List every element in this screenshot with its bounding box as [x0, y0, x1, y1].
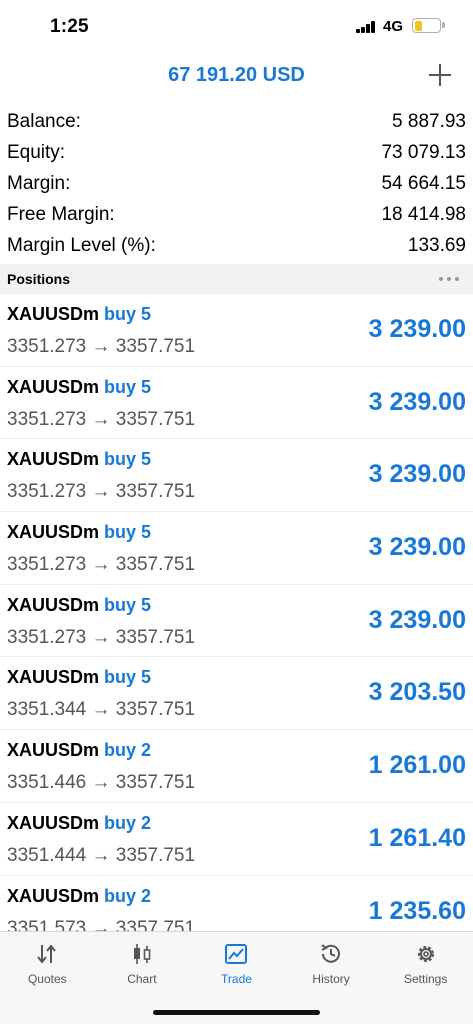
position-symbol: XAUUSDm: [7, 304, 100, 324]
summary-value: 133.69: [407, 234, 466, 256]
position-symbol: XAUUSDm: [7, 812, 100, 833]
summary-label: Balance:: [7, 110, 81, 132]
position-symbol: XAUUSDm: [7, 885, 100, 906]
tab-label: Settings: [404, 972, 448, 986]
tab-label: History: [312, 972, 350, 986]
summary-value: 18 414.98: [381, 203, 466, 225]
position-symbol: XAUUSDm: [7, 667, 100, 688]
position-side: buy 2: [104, 812, 152, 833]
battery-level-fill: [414, 20, 422, 31]
position-row[interactable]: XAUUSDm buy 5 3351.273 → 3357.751 3 239.00: [0, 294, 473, 367]
summary-row: Equity: 73 079.13: [0, 137, 473, 168]
cellular-signal-icon: [356, 21, 376, 33]
summary-row: Free Margin: 18 414.98: [0, 199, 473, 230]
trade-icon: [223, 941, 249, 967]
position-side: buy 2: [104, 740, 152, 761]
tab-history[interactable]: History: [284, 932, 379, 998]
position-row[interactable]: XAUUSDm buy 5 3351.273 → 3357.751 3 239.00: [0, 512, 473, 585]
position-side: buy 5: [104, 376, 152, 397]
position-profit: 3 239.00: [368, 315, 466, 343]
position-symbol: XAUUSDm: [7, 522, 100, 543]
summary-label: Margin:: [7, 172, 71, 194]
position-symbol: XAUUSDm: [7, 376, 100, 397]
positions-title: Positions: [7, 271, 71, 287]
status-time: 1:25: [50, 16, 89, 37]
position-row[interactable]: XAUUSDm buy 2 3351.444 → 3357.751 1 261.40: [0, 803, 473, 876]
history-icon: [318, 941, 344, 967]
position-prices: 3351.273 → 3357.751: [7, 626, 196, 648]
position-profit: 1 235.60: [368, 896, 466, 925]
battery-cap: [442, 22, 445, 28]
position-profit: 3 239.00: [368, 387, 466, 416]
positions-list: XAUUSDm buy 5 3351.273 → 3357.751 3 239.00 X…: [0, 294, 473, 949]
tab-quotes[interactable]: Quotes: [0, 932, 95, 998]
home-indicator: [153, 1010, 320, 1015]
network-type: 4G: [383, 18, 404, 35]
summary-label: Free Margin:: [7, 203, 115, 225]
summary-value: 73 079.13: [381, 141, 466, 163]
plus-icon[interactable]: [427, 62, 453, 88]
summary-label: Equity:: [7, 141, 66, 163]
position-profit: 3 239.00: [368, 460, 466, 489]
position-side: buy 2: [104, 885, 152, 906]
battery-icon: [412, 18, 441, 33]
position-side: buy 5: [104, 594, 152, 615]
trade-screen: 1:25 4G 67 191.20 USD Balance: 5 887.93 Eq…: [0, 0, 473, 1024]
position-prices: 3351.344 → 3357.751: [7, 699, 196, 721]
position-prices: 3351.444 → 3357.751: [7, 844, 196, 866]
tab-chart[interactable]: Chart: [95, 932, 190, 998]
position-row[interactable]: XAUUSDm buy 5 3351.273 → 3357.751 3 239.00: [0, 367, 473, 440]
status-bar: 1:25 4G: [0, 0, 473, 52]
tab-label: Quotes: [27, 972, 67, 986]
position-prices: 3351.273 → 3357.751: [7, 481, 196, 503]
account-summary: Balance: 5 887.93 Equity: 73 079.13 Margin: 5…: [0, 106, 473, 261]
position-row[interactable]: XAUUSDm buy 5 3351.344 → 3357.751 3 203.50: [0, 657, 473, 731]
summary-label: Margin Level (%):: [7, 234, 156, 256]
tab-label: Chart: [127, 972, 157, 986]
chart-icon: [129, 941, 155, 967]
position-symbol: XAUUSDm: [7, 594, 100, 615]
tab-trade[interactable]: Trade: [189, 932, 284, 998]
position-profit: 3 203.50: [368, 678, 466, 707]
position-prices: 3351.273 → 3357.751: [7, 554, 196, 576]
position-prices: 3351.273 → 3357.751: [7, 408, 196, 430]
position-profit: 3 239.00: [368, 533, 466, 562]
position-symbol: XAUUSDm: [7, 740, 100, 761]
summary-value: 5 887.93: [392, 110, 466, 132]
positions-section-header: Positions: [0, 264, 473, 294]
summary-row: Margin: 54 664.15: [0, 168, 473, 199]
summary-value: 54 664.15: [381, 172, 466, 194]
position-side: buy 5: [104, 304, 152, 324]
position-row[interactable]: XAUUSDm buy 2 3351.446 → 3357.751 1 261.00: [0, 730, 473, 803]
position-row[interactable]: XAUUSDm buy 5 3351.273 → 3357.751 3 239.00: [0, 585, 473, 658]
position-side: buy 5: [104, 522, 152, 543]
tab-label: Trade: [221, 972, 252, 986]
position-row[interactable]: XAUUSDm buy 5 3351.273 → 3357.751 3 239.00: [0, 439, 473, 513]
more-options-icon[interactable]: [439, 277, 459, 281]
settings-icon: [413, 941, 439, 967]
position-profit: 1 261.00: [368, 751, 466, 780]
quotes-icon: [34, 941, 60, 967]
position-symbol: XAUUSDm: [7, 449, 100, 470]
account-equity-title: 67 191.20 USD: [168, 64, 305, 86]
position-side: buy 5: [104, 449, 152, 470]
trade-header: 67 191.20 USD: [0, 52, 473, 102]
position-profit: 3 239.00: [368, 605, 466, 634]
tab-settings[interactable]: Settings: [378, 932, 473, 998]
position-prices: 3351.446 → 3357.751: [7, 772, 196, 794]
summary-row: Balance: 5 887.93: [0, 106, 473, 137]
position-side: buy 5: [104, 667, 152, 688]
summary-row: Margin Level (%): 133.69: [0, 230, 473, 261]
position-prices: 3351.273 → 3357.751: [7, 336, 196, 357]
position-profit: 1 261.40: [368, 823, 466, 852]
